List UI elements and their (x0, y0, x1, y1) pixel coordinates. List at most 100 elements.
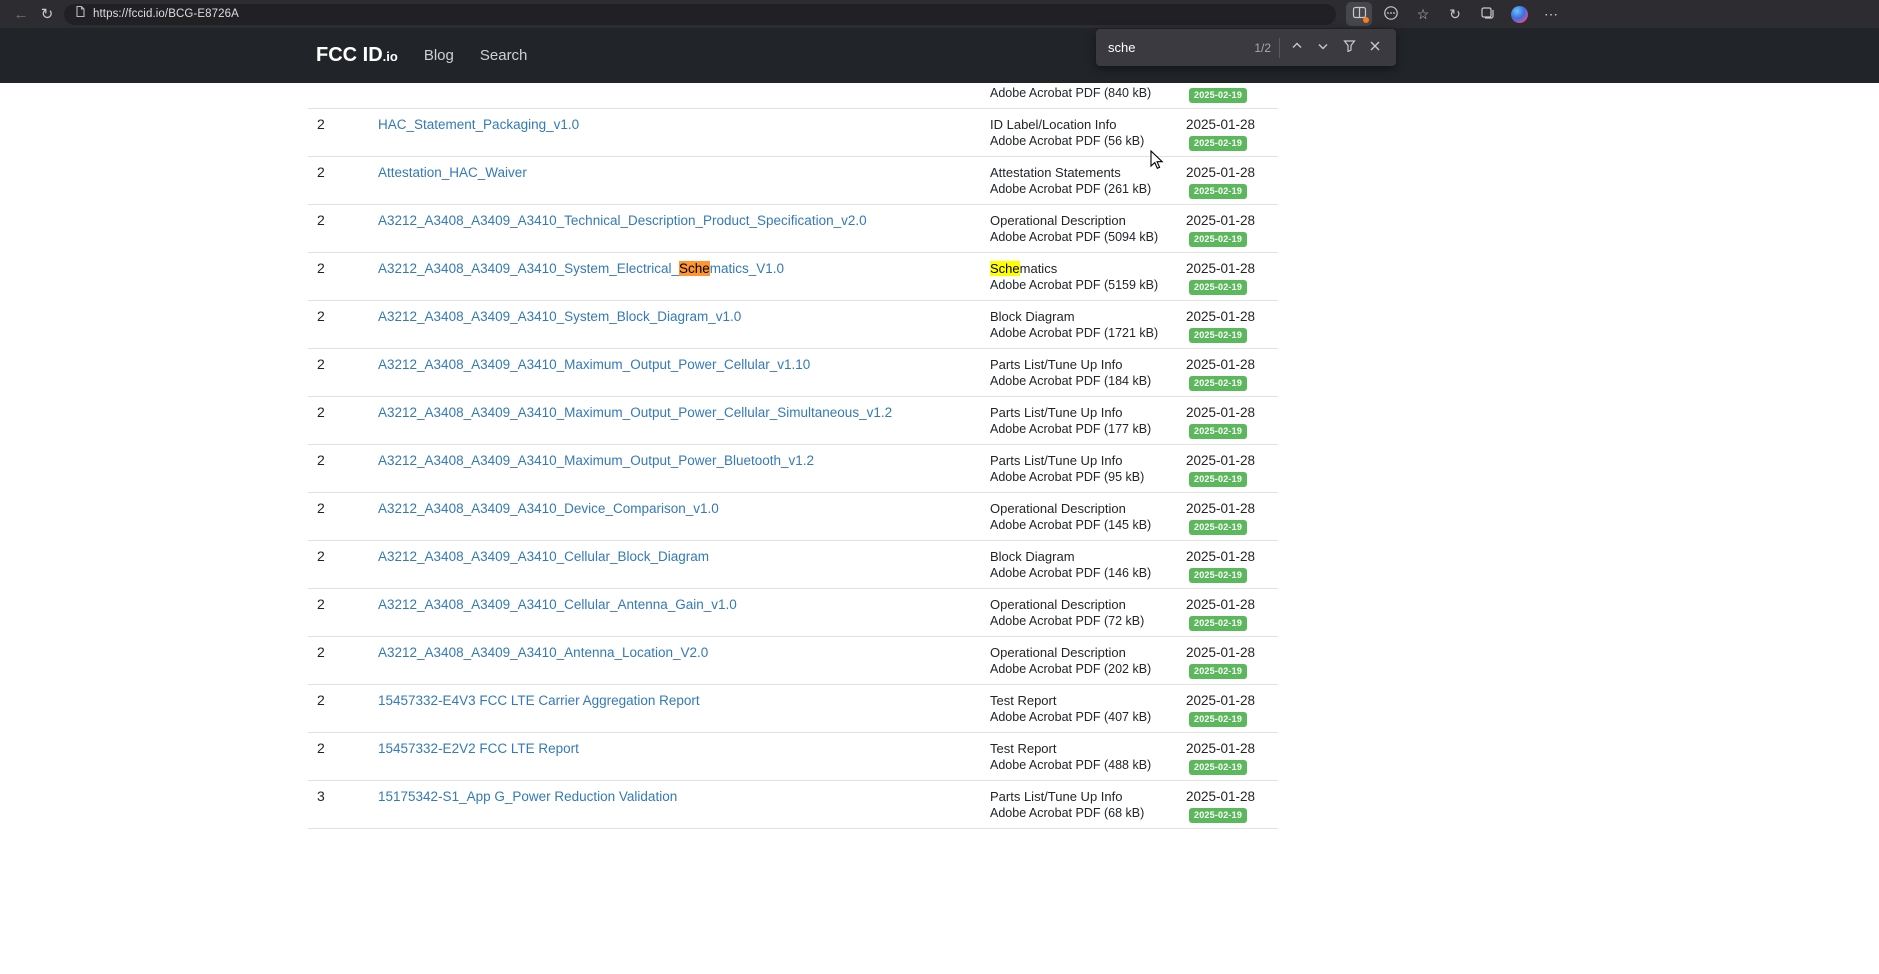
document-type: Test Report (990, 740, 1186, 757)
favorites-button[interactable]: ☆ (1410, 2, 1436, 26)
browser-refresh-button[interactable]: ↻ (34, 2, 60, 26)
document-link[interactable]: A3212_A3408_A3409_A3410_Maximum_Output_P… (378, 357, 810, 372)
document-link[interactable]: 15457332-E2V2 FCC LTE Report (378, 741, 579, 756)
doc-date: 2025-01-28 (1186, 644, 1278, 661)
nav-link-search[interactable]: Search (480, 47, 528, 64)
find-next-button[interactable] (1310, 35, 1336, 61)
doc-name-pre: 15457332-E2V2 FCC LTE Report (378, 741, 579, 756)
doc-badge: 2025-02-19 (1189, 520, 1247, 535)
table-row: 2 A3212_A3408_A3409_A3410_Maximum_Output… (308, 349, 1278, 397)
mouse-cursor (1150, 150, 1164, 176)
doc-date: 2025-01-28 (1186, 356, 1278, 373)
doc-type-pre: Operational Description (990, 213, 1126, 228)
document-type: Block Diagram (990, 548, 1186, 565)
document-link[interactable]: A3212_A3408_A3409_A3410_Cellular_Block_D… (378, 549, 709, 564)
table-row: 2 A3212_A3408_A3409_A3410_Maximum_Output… (308, 397, 1278, 445)
nav-link-blog[interactable]: Blog (424, 47, 454, 64)
doc-badge: 2025-02-19 (1189, 616, 1247, 631)
find-in-page-bar: sche 1/2 (1096, 29, 1396, 66)
table-row: 2 15457332-E4V3 FCC LTE Carrier Aggregat… (308, 685, 1278, 733)
document-type: Operational Description (990, 212, 1186, 229)
doc-type-pre: Operational Description (990, 645, 1126, 660)
row-count: 2 (308, 356, 378, 391)
filter-icon (1343, 39, 1356, 57)
collections-button[interactable] (1474, 2, 1500, 26)
find-options-button[interactable] (1336, 35, 1362, 61)
profile-button[interactable] (1506, 2, 1532, 26)
copilot-button[interactable] (1378, 2, 1404, 26)
url-text: https://fccid.io/BCG-E8726A (93, 8, 239, 20)
address-bar[interactable]: https://fccid.io/BCG-E8726A (64, 4, 1336, 25)
doc-file: Adobe Acrobat PDF (68 kB) (990, 805, 1186, 822)
document-link[interactable]: A3212_A3408_A3409_A3410_Device_Compariso… (378, 501, 719, 516)
browser-toolbar-actions: ☆ ↻ ⋯ (1346, 2, 1564, 26)
table-row: 2 A3212_A3408_A3409_A3410_Cellular_Anten… (308, 589, 1278, 637)
doc-file: Adobe Acrobat PDF (95 kB) (990, 469, 1186, 486)
find-previous-button[interactable] (1284, 35, 1310, 61)
brand-suffix: .io (383, 49, 398, 64)
doc-date: 2025-01-28 (1186, 500, 1278, 517)
doc-name-pre: A3212_A3408_A3409_A3410_Technical_Descri… (378, 213, 867, 228)
doc-badge: 2025-02-19 (1189, 760, 1247, 775)
find-input[interactable]: sche (1104, 40, 1254, 55)
close-icon (1369, 39, 1381, 57)
table-row: 2 15457332-E2V2 FCC LTE Report Test Repo… (308, 733, 1278, 781)
favorites-star-icon: ☆ (1417, 6, 1430, 23)
doc-type-pre: Operational Description (990, 597, 1126, 612)
doc-file: Adobe Acrobat PDF (177 kB) (990, 421, 1186, 438)
document-link[interactable]: 15457332-E4V3 FCC LTE Carrier Aggregatio… (378, 693, 700, 708)
document-type: Test Report (990, 692, 1186, 709)
doc-name-pre: A3212_A3408_A3409_A3410_Antenna_Location… (378, 645, 708, 660)
site-info-icon[interactable] (74, 5, 86, 23)
doc-badge: 2025-02-19 (1189, 184, 1247, 199)
chevron-down-icon (1317, 39, 1329, 57)
split-screen-button[interactable] (1346, 2, 1372, 26)
document-type: Parts List/Tune Up Info (990, 404, 1186, 421)
doc-date: 2025-01-28 (1186, 596, 1278, 613)
document-type: Operational Description (990, 596, 1186, 613)
doc-name-post: matics_V1.0 (710, 261, 784, 276)
doc-date: 2025-01-28 (1186, 788, 1278, 805)
doc-badge: 2025-02-19 (1189, 472, 1247, 487)
doc-name-pre: 15175342-S1_App G_Power Reduction Valida… (378, 789, 677, 804)
doc-type-pre: Test Report (990, 693, 1056, 708)
table-row: 2 A3212_A3408_A3409_A3410_System_Electri… (308, 253, 1278, 301)
document-link[interactable]: Attestation_HAC_Waiver (378, 165, 527, 180)
doc-badge: 2025-02-19 (1189, 568, 1247, 583)
document-link[interactable]: A3212_A3408_A3409_A3410_Technical_Descri… (378, 213, 867, 228)
row-count: 2 (308, 644, 378, 679)
brand-logo[interactable]: FCC ID.io (316, 44, 398, 67)
doc-name-pre: A3212_A3408_A3409_A3410_System_Block_Dia… (378, 309, 741, 324)
settings-menu-button[interactable]: ⋯ (1538, 2, 1564, 26)
row-count: 2 (308, 116, 378, 151)
document-type: Block Diagram (990, 308, 1186, 325)
document-link[interactable]: A3212_A3408_A3409_A3410_Maximum_Output_P… (378, 453, 814, 468)
doc-name-pre: 15457332-E4V3 FCC LTE Carrier Aggregatio… (378, 693, 700, 708)
browser-back-button[interactable]: ← (8, 2, 34, 26)
document-link[interactable]: A3212_A3408_A3409_A3410_Antenna_Location… (378, 645, 708, 660)
document-type: Parts List/Tune Up Info (990, 788, 1186, 805)
document-link[interactable]: A3212_A3408_A3409_A3410_System_Block_Dia… (378, 309, 741, 324)
row-count: 3 (308, 788, 378, 823)
doc-type-pre: Test Report (990, 741, 1056, 756)
row-count: 2 (308, 452, 378, 487)
doc-name-pre: A3212_A3408_A3409_A3410_Cellular_Block_D… (378, 549, 709, 564)
find-close-button[interactable] (1362, 35, 1388, 61)
sync-button[interactable]: ↻ (1442, 2, 1468, 26)
document-link[interactable]: 15175342-S1_App G_Power Reduction Valida… (378, 789, 677, 804)
document-link[interactable]: A3212_A3408_A3409_A3410_Maximum_Output_P… (378, 405, 892, 420)
site-navbar: FCC ID.io Blog Search (0, 28, 1879, 83)
find-divider (1279, 38, 1280, 58)
doc-badge: 2025-02-19 (1189, 808, 1247, 823)
doc-file: Adobe Acrobat PDF (72 kB) (990, 613, 1186, 630)
doc-name-pre: A3212_A3408_A3409_A3410_Maximum_Output_P… (378, 405, 892, 420)
document-link[interactable]: A3212_A3408_A3409_A3410_Cellular_Antenna… (378, 597, 737, 612)
doc-name-pre: HAC_Statement_Packaging_v1.0 (378, 117, 579, 132)
back-icon: ← (14, 6, 29, 23)
document-link[interactable]: A3212_A3408_A3409_A3410_System_Electrica… (378, 261, 784, 276)
doc-date: 2025-01-28 (1186, 452, 1278, 469)
document-link[interactable]: HAC_Statement_Packaging_v1.0 (378, 117, 579, 132)
table-row: 2 A3212_A3408_A3409_A3410_Device_Compari… (308, 493, 1278, 541)
doc-date: 2025-01-28 (1186, 692, 1278, 709)
table-row: 2 A3212_A3408_A3409_A3410_System_Block_D… (308, 301, 1278, 349)
